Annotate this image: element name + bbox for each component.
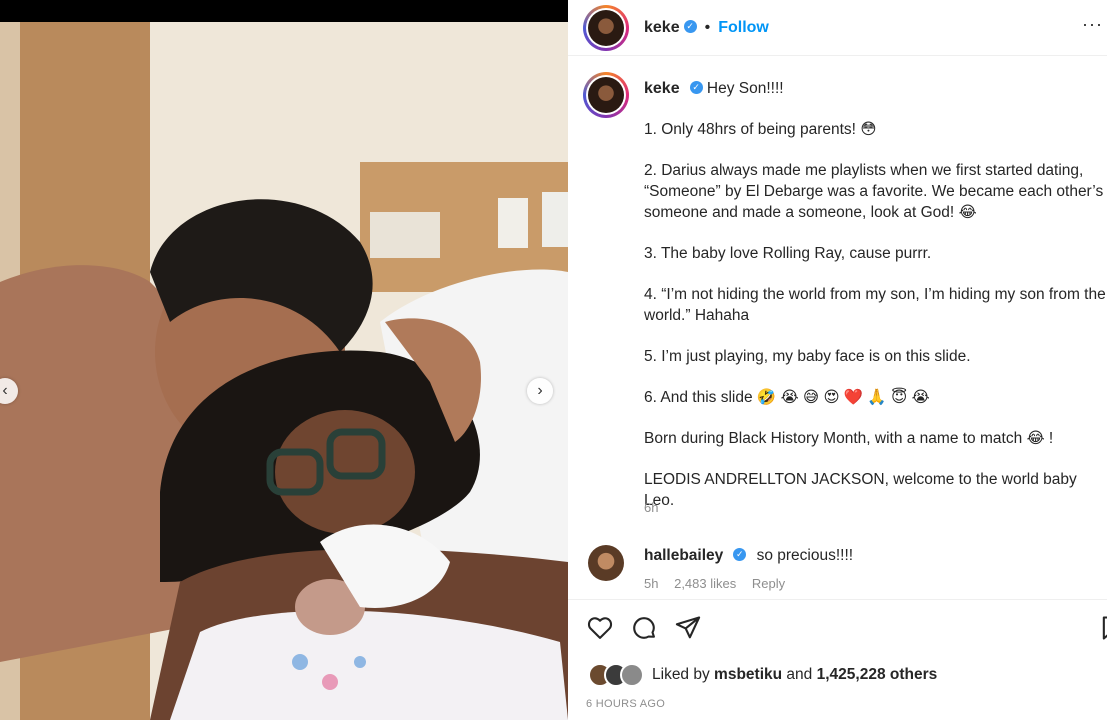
photo-illustration xyxy=(0,22,568,720)
caption-line-1: 1. Only 48hrs of being parents! 😳 xyxy=(644,121,877,138)
caption-line-8: LEODIS ANDRELLTON JACKSON, welcome to th… xyxy=(644,471,1077,509)
liker-avatars xyxy=(588,663,646,687)
avatar-image xyxy=(588,77,624,113)
action-bar xyxy=(586,614,702,642)
author-avatar[interactable] xyxy=(583,4,629,51)
post-timestamp: 6 HOURS AGO xyxy=(586,698,666,710)
likes-prefix: Liked by xyxy=(652,666,710,683)
avatar-image xyxy=(588,9,624,46)
post-header: keke ✓ • Follow ··· xyxy=(568,0,1107,56)
comment-line: hallebailey ✓ so precious!!!! xyxy=(644,547,853,565)
caption-intro-line: keke ✓ Hey Son!!!! xyxy=(644,78,1106,99)
comment-time: 5h xyxy=(644,576,659,591)
verified-badge-icon: ✓ xyxy=(689,81,703,95)
caption-line-4: 4. “I’m not hiding the world from my son… xyxy=(644,286,1106,324)
avatar[interactable] xyxy=(588,545,624,581)
more-options-icon[interactable]: ··· xyxy=(1082,14,1103,35)
caption-line-3: 3. The baby love Rolling Ray, cause purr… xyxy=(644,245,932,262)
post-panel: keke ✓ • Follow ··· keke ✓ Hey Son!!!! 1.… xyxy=(568,0,1107,720)
caption-line-2: 2. Darius always made me playlists when … xyxy=(644,162,1104,221)
comment-text: so precious!!!! xyxy=(756,547,854,564)
likes-text[interactable]: Liked by msbetiku and 1,425,228 others xyxy=(652,666,937,684)
avatar xyxy=(620,663,644,687)
reply-button[interactable]: Reply xyxy=(752,576,785,591)
likes-conj: and xyxy=(786,666,813,683)
heart-icon[interactable] xyxy=(586,614,614,642)
caption-avatar[interactable] xyxy=(583,72,629,118)
caption-line-7: Born during Black History Month, with a … xyxy=(644,430,1054,447)
caption-intro: Hey Son!!!! xyxy=(706,80,784,97)
caption-line-6: 6. And this slide 🤣 😭 😅 😍 ❤️ 🙏 😇 😭 xyxy=(644,389,930,406)
caption-username[interactable]: keke xyxy=(644,80,680,97)
separator-dot: • xyxy=(704,18,711,36)
verified-badge-icon: ✓ xyxy=(683,20,697,33)
caption-line-5: 5. I’m just playing, my baby face is on … xyxy=(644,348,971,365)
share-icon[interactable] xyxy=(674,614,702,642)
comment-meta: 5h 2,483 likes Reply xyxy=(644,576,797,591)
chevron-right-icon[interactable]: › xyxy=(527,378,553,404)
post-photo: ‹ › xyxy=(0,0,568,720)
caption-timestamp: 6h xyxy=(644,500,659,515)
comment-icon[interactable] xyxy=(630,614,658,642)
author-username[interactable]: keke xyxy=(644,19,680,37)
bookmark-icon[interactable] xyxy=(1098,614,1107,642)
likes-user[interactable]: msbetiku xyxy=(714,666,782,683)
likes-summary: Liked by msbetiku and 1,425,228 others xyxy=(588,663,937,687)
photo-top-bar xyxy=(0,0,568,22)
caption-text: keke ✓ Hey Son!!!! 1. Only 48hrs of being… xyxy=(644,78,1106,511)
likes-count[interactable]: 1,425,228 others xyxy=(817,666,938,683)
verified-badge-icon: ✓ xyxy=(733,548,747,562)
comment-username[interactable]: hallebailey xyxy=(644,547,723,564)
follow-button[interactable]: Follow xyxy=(718,19,769,37)
comment-likes[interactable]: 2,483 likes xyxy=(674,576,736,591)
divider xyxy=(568,599,1107,600)
